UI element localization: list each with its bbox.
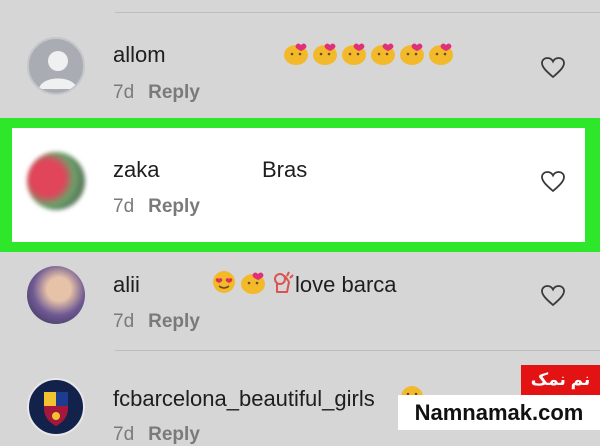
comment-emoji-row: [211, 270, 295, 294]
kiss-emoji-icon: [400, 43, 424, 65]
divider-bottom: [115, 350, 600, 351]
comment-age: 7d: [113, 424, 135, 445]
comment-text: Bras: [262, 157, 308, 182]
comment-age: 7d: [113, 82, 135, 103]
blurred-photo-avatar[interactable]: [27, 152, 85, 210]
heart-icon[interactable]: [540, 170, 566, 194]
heart-icon[interactable]: [540, 284, 566, 308]
photo-avatar[interactable]: [27, 266, 85, 324]
reply-button[interactable]: Reply: [148, 196, 200, 217]
comment-meta: 7d Reply: [113, 196, 200, 218]
reply-button[interactable]: Reply: [148, 82, 200, 103]
comment-username[interactable]: allom: [113, 42, 166, 68]
comment-meta: 7d Reply: [113, 82, 200, 104]
comment-username[interactable]: alii: [113, 272, 140, 298]
highlighted-comment-frame: zaka Bras 7d Reply: [0, 118, 600, 252]
kiss-emoji-icon: [342, 43, 366, 65]
watermark-badge: نم نمک: [521, 365, 600, 395]
fcb-crest-icon: [44, 392, 68, 426]
fcb-logo-avatar[interactable]: [27, 378, 85, 436]
reply-button[interactable]: Reply: [148, 311, 200, 332]
comment-item-zaka: zaka Bras 7d Reply: [12, 128, 585, 242]
reply-button[interactable]: Reply: [148, 424, 200, 445]
ok-hand-emoji-icon: [274, 271, 294, 293]
comment-meta: 7d Reply: [113, 424, 200, 446]
comment-username[interactable]: zaka: [113, 157, 159, 183]
default-avatar[interactable]: [27, 37, 85, 95]
divider-top: [115, 12, 600, 13]
comment-age: 7d: [113, 196, 135, 217]
heart-eyes-emoji-icon: [213, 271, 235, 293]
kiss-emoji-icon: [313, 43, 337, 65]
kiss-emoji-icon: [284, 43, 308, 65]
heart-icon[interactable]: [540, 56, 566, 80]
comment-meta: 7d Reply: [113, 311, 200, 333]
watermark-site: Namnamak.com: [398, 395, 600, 430]
comment-username[interactable]: fcbarcelona_beautiful_girls: [113, 386, 375, 412]
kiss-emoji-icon: [241, 272, 265, 294]
comment-text: love barca: [295, 272, 397, 297]
kiss-emoji-icon: [371, 43, 395, 65]
default-avatar-icon: [39, 51, 77, 89]
comment-age: 7d: [113, 311, 135, 332]
comment-emoji-row: [283, 41, 454, 65]
kiss-emoji-icon: [429, 43, 453, 65]
